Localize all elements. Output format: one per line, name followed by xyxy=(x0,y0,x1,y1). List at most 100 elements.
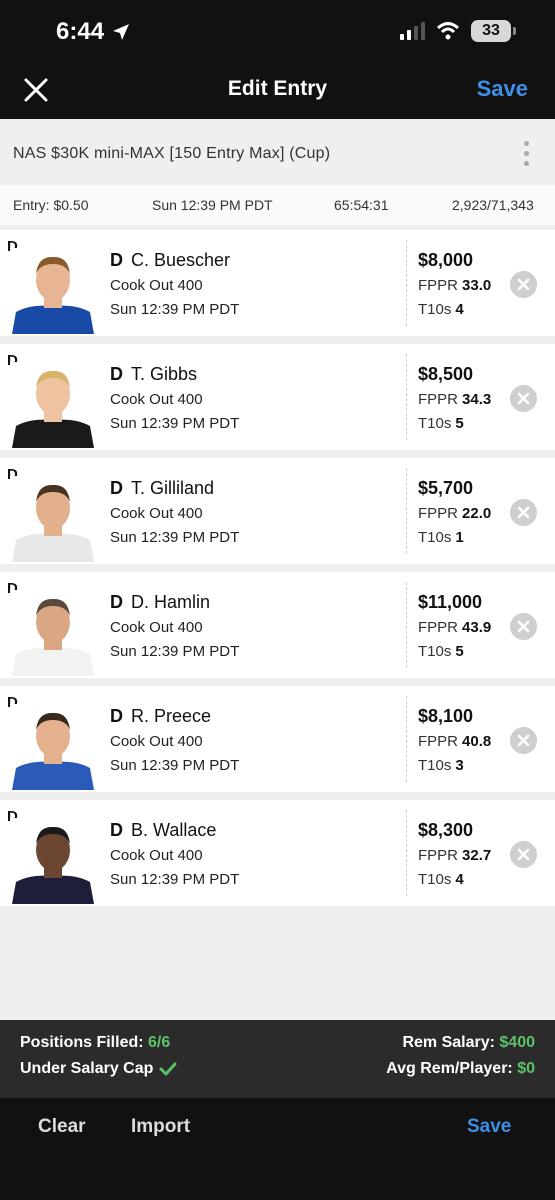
driver-name-text: B. Wallace xyxy=(131,820,217,840)
remove-icon[interactable] xyxy=(510,385,537,412)
remove-icon[interactable] xyxy=(510,271,537,298)
t10s-stat: T10s 1 xyxy=(418,529,464,546)
clear-button[interactable]: Clear xyxy=(38,1116,86,1138)
driver-position: D xyxy=(110,820,123,840)
driver-name-text: C. Buescher xyxy=(131,250,231,270)
fppr-label: FPPR xyxy=(418,277,459,294)
t10s-stat: T10s 3 xyxy=(418,757,464,774)
player-card[interactable]: D D T. Gilliland Cook Out 400 Sun 12:39 P… xyxy=(0,458,555,564)
fppr-stat: FPPR 34.3 xyxy=(418,391,491,408)
driver-photo xyxy=(10,590,96,676)
player-card[interactable]: D D T. Gibbs Cook Out 400 Sun 12:39 PM PD… xyxy=(0,344,555,450)
event-name: Cook Out 400 xyxy=(110,847,203,864)
t10s-stat: T10s 4 xyxy=(418,301,464,318)
salary: $11,000 xyxy=(418,592,483,612)
event-time: Sun 12:39 PM PDT xyxy=(110,529,240,546)
divider xyxy=(406,696,407,782)
fppr-label: FPPR xyxy=(418,391,459,408)
t10s-label: T10s xyxy=(418,643,452,660)
entries-count: 2,923/71,343 xyxy=(452,197,534,213)
t10s-value: 1 xyxy=(455,529,464,546)
t10s-label: T10s xyxy=(418,871,452,888)
driver-position: D xyxy=(110,592,123,612)
fppr-value: 43.9 xyxy=(462,619,492,636)
divider xyxy=(406,810,407,896)
remove-icon[interactable] xyxy=(510,613,537,640)
divider xyxy=(406,240,407,326)
driver-name-text: T. Gilliland xyxy=(131,478,215,498)
salary: $8,100 xyxy=(418,706,474,726)
bottom-toolbar: Clear Import Save xyxy=(0,1098,555,1200)
t10s-label: T10s xyxy=(418,757,452,774)
avg-remaining: Avg Rem/Player: $0 xyxy=(386,1060,535,1077)
remove-icon[interactable] xyxy=(510,841,537,868)
t10s-value: 5 xyxy=(455,415,464,432)
driver-name-text: R. Preece xyxy=(131,706,212,726)
event-time: Sun 12:39 PM PDT xyxy=(110,871,240,888)
player-card[interactable]: D D B. Wallace Cook Out 400 Sun 12:39 PM … xyxy=(0,800,555,906)
event-time: Sun 12:39 PM PDT xyxy=(110,415,240,432)
t10s-label: T10s xyxy=(418,415,452,432)
more-options-icon[interactable] xyxy=(524,141,529,166)
top-bar: 6:44 33 Edit Entry Save xyxy=(0,0,555,119)
remaining-salary: Rem Salary: $400 xyxy=(402,1034,535,1051)
save-button-bottom[interactable]: Save xyxy=(467,1116,511,1138)
driver-photo xyxy=(10,704,96,790)
t10s-label: T10s xyxy=(418,529,452,546)
t10s-value: 3 xyxy=(455,757,464,774)
t10s-stat: T10s 5 xyxy=(418,415,464,432)
fppr-stat: FPPR 32.7 xyxy=(418,847,491,864)
player-list: D D C. Buescher Cook Out 400 Sun 12:39 PM… xyxy=(0,230,555,914)
t10s-stat: T10s 5 xyxy=(418,643,464,660)
divider xyxy=(406,468,407,554)
contest-name: NAS $30K mini-MAX [150 Entry Max] (Cup) xyxy=(13,145,331,162)
import-button[interactable]: Import xyxy=(131,1116,190,1138)
contest-info-bar: Entry: $0.50 Sun 12:39 PM PDT 65:54:31 2… xyxy=(0,185,555,225)
fppr-value: 32.7 xyxy=(462,847,492,864)
driver-name: D C. Buescher xyxy=(110,250,230,271)
fppr-stat: FPPR 43.9 xyxy=(418,619,491,636)
t10s-value: 4 xyxy=(455,871,464,888)
salary-summary: Positions Filled: 6/6 Under Salary Cap R… xyxy=(0,1020,555,1098)
driver-photo xyxy=(10,818,96,904)
player-card[interactable]: D D R. Preece Cook Out 400 Sun 12:39 PM P… xyxy=(0,686,555,792)
event-name: Cook Out 400 xyxy=(110,619,203,636)
t10s-label: T10s xyxy=(418,301,452,318)
driver-name: D T. Gilliland xyxy=(110,478,214,499)
page-title: Edit Entry xyxy=(227,77,328,100)
fppr-value: 34.3 xyxy=(462,391,492,408)
event-name: Cook Out 400 xyxy=(110,505,203,522)
fppr-label: FPPR xyxy=(418,505,459,522)
positions-filled: Positions Filled: 6/6 xyxy=(20,1034,171,1051)
under-cap: Under Salary Cap xyxy=(20,1060,177,1078)
remove-icon[interactable] xyxy=(510,499,537,526)
salary: $5,700 xyxy=(418,478,474,498)
driver-photo xyxy=(10,362,96,448)
driver-photo xyxy=(10,248,96,334)
status-time: 6:44 xyxy=(56,18,130,46)
status-icons: 33 xyxy=(400,20,516,42)
fppr-label: FPPR xyxy=(418,733,459,750)
location-arrow-icon xyxy=(113,24,130,40)
battery-icon: 33 xyxy=(471,20,516,42)
remove-icon[interactable] xyxy=(510,727,537,754)
entry-fee: Entry: $0.50 xyxy=(13,197,89,213)
player-card[interactable]: D D D. Hamlin Cook Out 400 Sun 12:39 PM P… xyxy=(0,572,555,678)
start-time: Sun 12:39 PM PDT xyxy=(152,197,273,213)
driver-position: D xyxy=(110,478,123,498)
t10s-stat: T10s 4 xyxy=(418,871,464,888)
fppr-stat: FPPR 22.0 xyxy=(418,505,491,522)
save-button-top[interactable]: Save xyxy=(477,76,528,102)
driver-name: D D. Hamlin xyxy=(110,592,210,613)
cellular-signal-icon xyxy=(400,22,425,40)
fppr-label: FPPR xyxy=(418,847,459,864)
fppr-stat: FPPR 33.0 xyxy=(418,277,491,294)
event-name: Cook Out 400 xyxy=(110,391,203,408)
driver-position: D xyxy=(110,250,123,270)
fppr-value: 22.0 xyxy=(462,505,492,522)
fppr-label: FPPR xyxy=(418,619,459,636)
event-time: Sun 12:39 PM PDT xyxy=(110,301,240,318)
event-time: Sun 12:39 PM PDT xyxy=(110,643,240,660)
salary: $8,300 xyxy=(418,820,474,840)
player-card[interactable]: D D C. Buescher Cook Out 400 Sun 12:39 PM… xyxy=(0,230,555,336)
